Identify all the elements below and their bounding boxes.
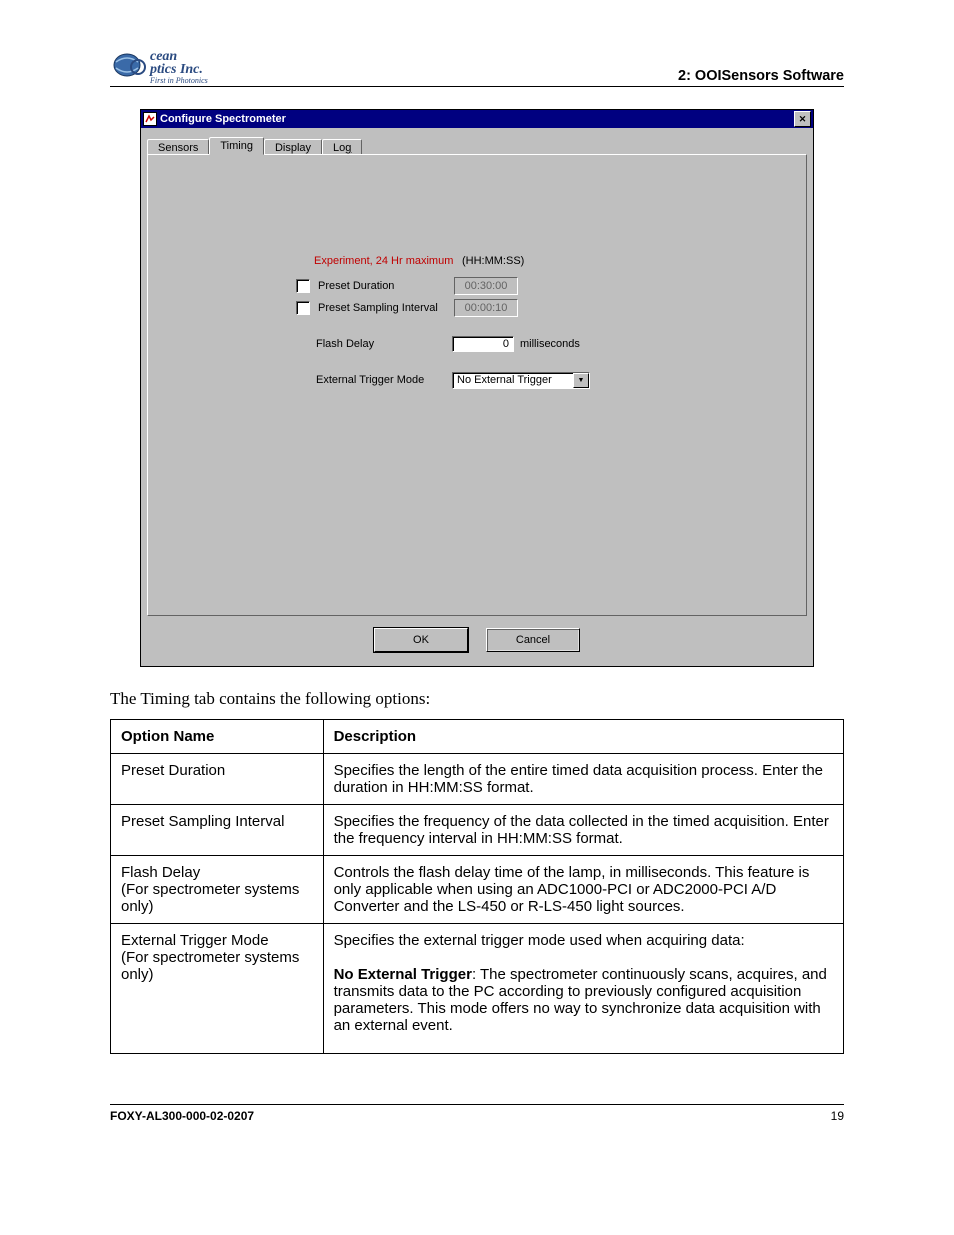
app-icon: [143, 112, 157, 126]
page-number: 19: [831, 1109, 844, 1123]
dialog-footer: OK Cancel: [147, 616, 807, 652]
preset-sampling-value[interactable]: 00:00:10: [454, 299, 518, 317]
close-icon: ✕: [799, 114, 807, 125]
opt-name: Preset Duration: [111, 754, 324, 805]
page-header: cean ptics Inc. First in Photonics 2: OO…: [110, 50, 844, 87]
logo: cean ptics Inc. First in Photonics: [110, 50, 208, 84]
configure-spectrometer-dialog: Configure Spectrometer ✕ Sensors Timing …: [140, 109, 814, 667]
opt-desc: Specifies the frequency of the data coll…: [323, 805, 843, 856]
th-description: Description: [323, 720, 843, 754]
ext-trigger-value: No External Trigger: [457, 374, 552, 386]
table-row: Preset Sampling Interval Specifies the f…: [111, 805, 844, 856]
section-title: 2: OOISensors Software: [678, 68, 844, 84]
tab-strip: Sensors Timing Display Log: [147, 134, 807, 154]
opt-desc: Specifies the length of the entire timed…: [323, 754, 843, 805]
chevron-down-icon[interactable]: ▼: [573, 373, 589, 388]
timing-panel: Experiment, 24 Hr maximum (HH:MM:SS) Pre…: [147, 154, 807, 616]
titlebar: Configure Spectrometer ✕: [141, 110, 813, 128]
opt-name: External Trigger Mode (For spectrometer …: [111, 924, 324, 1054]
doc-code: FOXY-AL300-000-02-0207: [110, 1109, 254, 1123]
preset-duration-value[interactable]: 00:30:00: [454, 277, 518, 295]
ok-button[interactable]: OK: [374, 628, 468, 652]
preset-sampling-label: Preset Sampling Interval: [318, 302, 454, 314]
cancel-button[interactable]: Cancel: [486, 628, 580, 652]
logo-tagline: First in Photonics: [150, 77, 208, 85]
preset-duration-checkbox[interactable]: [296, 279, 310, 293]
opt-name: Preset Sampling Interval: [111, 805, 324, 856]
table-row: Preset Duration Specifies the length of …: [111, 754, 844, 805]
th-option-name: Option Name: [111, 720, 324, 754]
preset-sampling-checkbox[interactable]: [296, 301, 310, 315]
flash-delay-input[interactable]: 0: [452, 336, 514, 352]
opt-name: Flash Delay (For spectrometer systems on…: [111, 856, 324, 924]
preset-duration-label: Preset Duration: [318, 280, 454, 292]
dialog-title: Configure Spectrometer: [160, 113, 286, 125]
experiment-heading: Experiment, 24 Hr maximum: [314, 255, 453, 267]
logo-text: cean ptics Inc. First in Photonics: [150, 50, 208, 84]
ext-trigger-combo[interactable]: No External Trigger ▼: [452, 372, 590, 389]
tab-timing[interactable]: Timing: [209, 137, 264, 155]
close-button[interactable]: ✕: [794, 111, 811, 127]
ext-trigger-label: External Trigger Mode: [316, 374, 452, 386]
opt-desc: Controls the flash delay time of the lam…: [323, 856, 843, 924]
opt-desc: Specifies the external trigger mode used…: [323, 924, 843, 1054]
table-row: Flash Delay (For spectrometer systems on…: [111, 856, 844, 924]
page-footer: FOXY-AL300-000-02-0207 19: [110, 1104, 844, 1123]
flash-delay-unit: milliseconds: [520, 338, 580, 350]
options-table: Option Name Description Preset Duration …: [110, 719, 844, 1054]
logo-globe-icon: [110, 50, 148, 84]
table-row: External Trigger Mode (For spectrometer …: [111, 924, 844, 1054]
intro-text: The Timing tab contains the following op…: [110, 689, 844, 709]
hhmmss-label: (HH:MM:SS): [462, 255, 524, 267]
flash-delay-label: Flash Delay: [316, 338, 452, 350]
